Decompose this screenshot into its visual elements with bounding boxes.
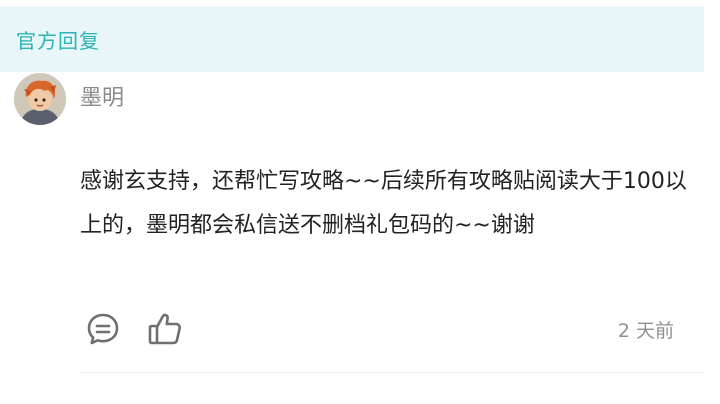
- timestamp: 2 天前: [617, 320, 674, 342]
- comment-button[interactable]: [80, 306, 126, 352]
- username[interactable]: 墨明: [80, 80, 124, 112]
- thumbs-up-icon: [148, 313, 182, 345]
- reply-text: 感谢玄支持，还帮忙写攻略~~后续所有攻略贴阅读大于100以上的，墨明都会私信送不…: [80, 169, 687, 238]
- avatar[interactable]: [14, 73, 66, 125]
- reply-page: 官方回复 墨明 感谢玄支持，还帮忙写攻略~~后续所有攻略贴阅读大于100以上的，…: [0, 0, 720, 404]
- like-button[interactable]: [142, 306, 188, 352]
- divider: [80, 372, 704, 373]
- avatar-image: [14, 73, 66, 125]
- reply-actions: 2 天前: [80, 306, 680, 352]
- official-reply-banner: 官方回复: [0, 6, 704, 72]
- comment-bubble-icon: [87, 313, 119, 345]
- official-reply-label: 官方回复: [16, 28, 100, 53]
